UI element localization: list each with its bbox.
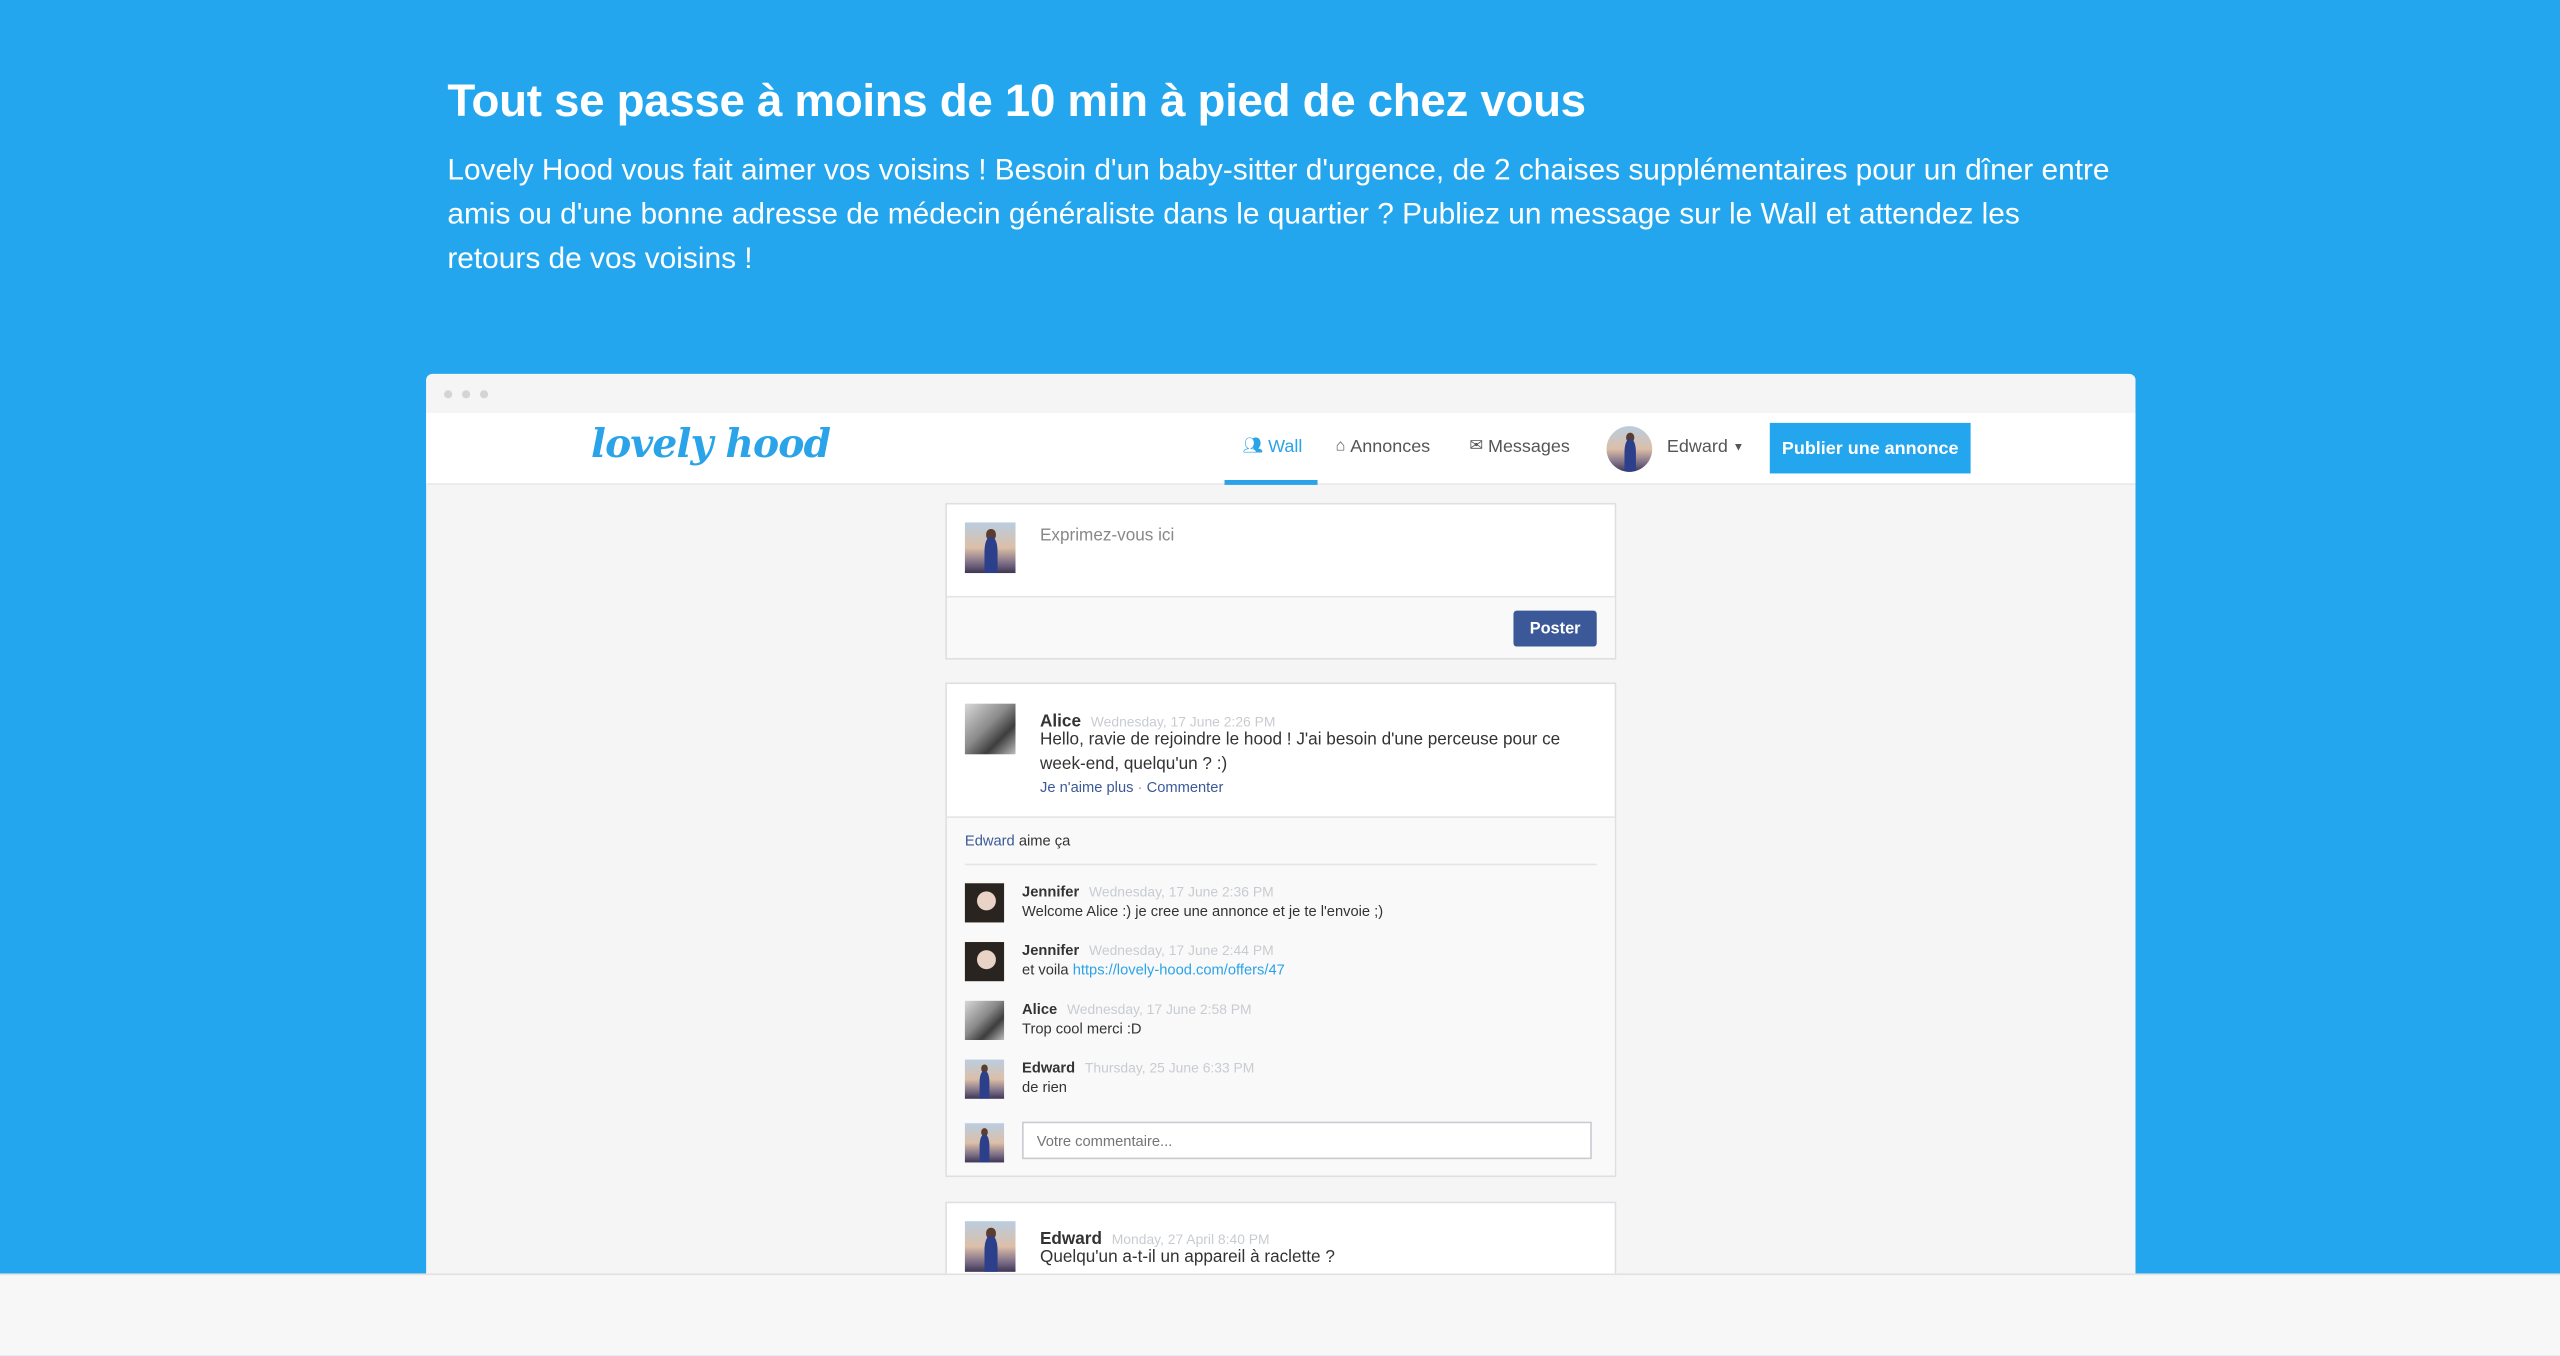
- comment-author[interactable]: Jennifer: [1022, 942, 1079, 958]
- compose-card: Exprimez-vous ici Poster: [945, 502, 1617, 660]
- comment-input[interactable]: [1022, 1121, 1592, 1160]
- nav-annonces-label: Annonces: [1350, 437, 1431, 458]
- comment-text-prefix: et voila: [1022, 961, 1073, 978]
- post-button[interactable]: Poster: [1513, 610, 1597, 647]
- nav-messages-label: Messages: [1487, 437, 1570, 458]
- comment-link[interactable]: Commenter: [1147, 779, 1224, 795]
- app-mockup: lovely hood 👥︎ Wall ⌂ Annonces ✉ Message…: [426, 373, 2136, 1289]
- window-dot-icon: [462, 390, 471, 399]
- separator-dot: ·: [1137, 778, 1143, 796]
- unlike-link[interactable]: Je n'aime plus: [1040, 779, 1133, 795]
- avatar: [964, 1221, 1016, 1272]
- user-avatar[interactable]: [1606, 426, 1653, 472]
- post-text: Quelqu'un a-t-il un appareil à raclette …: [1039, 1247, 1335, 1267]
- avatar: [964, 1123, 1005, 1163]
- avatar: [964, 1059, 1005, 1099]
- page: Tout se passe à moins de 10 min à pied d…: [0, 0, 2560, 1356]
- nav-wall-label: Wall: [1268, 437, 1303, 458]
- divider: [964, 863, 1597, 866]
- nav-annonces[interactable]: ⌂ Annonces: [1336, 438, 1431, 458]
- comment-text: et voila https://lovely-hood.com/offers/…: [1022, 962, 1285, 978]
- liker-name[interactable]: Edward: [965, 833, 1015, 849]
- hero-title: Tout se passe à moins de 10 min à pied d…: [447, 75, 1586, 126]
- comment-time: Wednesday, 17 June 2:58 PM: [1066, 1000, 1252, 1018]
- comment: Jennifer Wednesday, 17 June 2:36 PM Welco…: [964, 883, 1602, 925]
- comment: Alice Wednesday, 17 June 2:58 PM Trop coo…: [964, 1000, 1602, 1043]
- comment: Jennifer Wednesday, 17 June 2:44 PM et vo…: [964, 942, 1602, 984]
- post-card: Alice Wednesday, 17 June 2:26 PM Hello, r…: [945, 682, 1617, 1178]
- comment-text: de rien: [1022, 1079, 1067, 1096]
- page-footer-strip: [0, 1273, 2560, 1356]
- nav-wall[interactable]: 👥︎ Wall: [1242, 438, 1302, 458]
- comment-author[interactable]: Edward: [1022, 1060, 1075, 1076]
- comment-text: Welcome Alice :) je cree une annonce et …: [1022, 902, 1384, 920]
- comment-time: Thursday, 25 June 6:33 PM: [1084, 1059, 1255, 1076]
- avatar: [964, 942, 1005, 982]
- user-menu[interactable]: Edward ▼: [1667, 438, 1744, 458]
- envelope-icon: ✉: [1469, 437, 1484, 456]
- user-name: Edward: [1666, 437, 1728, 458]
- hero-description: Lovely Hood vous fait aimer vos voisins …: [447, 151, 2110, 275]
- comment-time: Wednesday, 17 June 2:36 PM: [1089, 883, 1274, 900]
- avatar: [964, 883, 1005, 923]
- comment-author[interactable]: Alice: [1022, 1001, 1057, 1017]
- navbar: lovely hood 👥︎ Wall ⌂ Annonces ✉ Message…: [426, 413, 2136, 485]
- comments-section: Edward aime ça Jennifer Wednesday, 17 Jun…: [946, 816, 1615, 1176]
- comment-text: Trop cool merci :D: [1022, 1020, 1142, 1037]
- comment-time: Wednesday, 17 June 2:44 PM: [1089, 942, 1274, 959]
- likes-line: Edward aime ça: [965, 833, 1070, 849]
- offer-link[interactable]: https://lovely-hood.com/offers/47: [1073, 962, 1285, 978]
- compose-input[interactable]: Exprimez-vous ici: [1040, 526, 1174, 546]
- users-icon: 👥︎: [1242, 437, 1264, 456]
- publish-ad-button[interactable]: Publier une annonce: [1769, 422, 1971, 474]
- window-chrome: [426, 373, 2136, 414]
- logo[interactable]: lovely hood: [591, 420, 831, 467]
- likes-suffix: aime ça: [1018, 832, 1071, 849]
- avatar: [964, 1000, 1005, 1040]
- compose-footer: Poster: [946, 595, 1615, 658]
- window-dot-icon: [444, 390, 453, 399]
- post-actions: Je n'aime plus · Commenter: [1040, 779, 1223, 795]
- active-tab-indicator: [1224, 479, 1318, 485]
- post-text: Hello, ravie de rejoindre le hood ! J'ai…: [1039, 729, 1561, 774]
- comment: Edward Thursday, 25 June 6:33 PM de rien: [964, 1059, 1602, 1102]
- avatar: [964, 522, 1016, 574]
- avatar: [964, 703, 1016, 755]
- window-dot-icon: [479, 390, 489, 399]
- home-icon: ⌂: [1335, 437, 1346, 456]
- caret-down-icon: ▼: [1732, 441, 1745, 454]
- comment-author[interactable]: Jennifer: [1022, 883, 1079, 899]
- nav-messages[interactable]: ✉ Messages: [1469, 438, 1569, 458]
